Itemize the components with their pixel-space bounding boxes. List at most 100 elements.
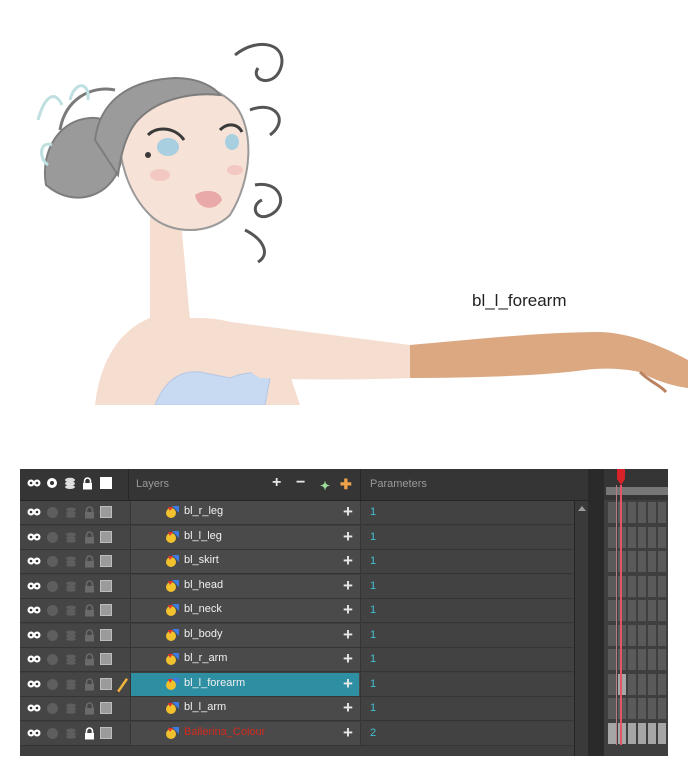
frame-row[interactable] [604,526,668,549]
frame-cell[interactable] [628,600,636,621]
add-parameter-icon[interactable]: + [343,675,353,692]
panel-divider[interactable] [588,469,604,756]
scroll-up-arrow-icon[interactable] [578,506,586,511]
frame-cell[interactable] [608,722,616,744]
solo-toggle-icon[interactable] [47,531,58,543]
frame-cell[interactable] [648,526,656,548]
eye-toggle-icon[interactable] [27,580,41,592]
stack-toggle-icon[interactable] [65,654,77,665]
frame-row[interactable] [604,501,668,524]
frame-cell[interactable] [648,600,656,621]
layer-parameter-cell[interactable] [360,721,574,745]
frame-cell[interactable] [628,551,636,572]
layer-parameter-cell[interactable] [360,501,574,524]
layer-colour-swatch[interactable] [100,530,112,543]
layer-row[interactable]: bl_l_leg +1 [20,525,574,550]
frame-cell[interactable] [648,673,656,695]
lock-toggle-icon[interactable] [84,702,95,715]
layer-parameter-cell[interactable] [360,672,574,696]
solo-toggle-icon[interactable] [47,629,58,641]
colour-swatch-icon[interactable] [100,477,112,489]
frame-cell[interactable] [658,502,666,523]
add-peg-icon[interactable]: ✦ [320,478,330,494]
stack-toggle-icon[interactable] [65,630,77,641]
frame-cell[interactable] [658,575,666,597]
layer-colour-swatch[interactable] [100,702,112,714]
layer-row[interactable]: Ballerina_Colour +2 [20,721,574,746]
solo-toggle-icon[interactable] [47,507,58,518]
timeline-ruler[interactable] [604,469,668,500]
eye-toggle-icon[interactable] [27,653,41,665]
delete-layer-icon[interactable]: − [296,475,305,491]
eye-toggle-icon[interactable] [27,702,41,714]
add-parameter-icon[interactable]: + [343,601,353,618]
lock-toggle-icon[interactable] [84,579,95,593]
frame-cell[interactable] [628,624,636,646]
frame-cell[interactable] [638,502,646,523]
lock-toggle-icon[interactable] [84,530,95,544]
stack-icon[interactable] [64,477,76,489]
frame-row[interactable] [604,624,668,647]
add-parameter-icon[interactable]: + [343,724,353,741]
frame-cell[interactable] [608,673,616,695]
add-parameter-icon[interactable]: + [343,577,353,594]
frame-cell[interactable] [648,575,656,597]
layer-row[interactable]: bl_skirt +1 [20,550,574,574]
frame-cell[interactable] [638,673,646,695]
eye-toggle-icon[interactable] [27,678,41,690]
solo-toggle-icon[interactable] [47,605,58,616]
eye-toggle-icon[interactable] [27,531,41,543]
lock-toggle-icon[interactable] [84,726,95,740]
eye-toggle-icon[interactable] [27,604,41,616]
solo-toggle-icon[interactable] [47,556,58,567]
frame-row[interactable] [604,575,668,598]
solo-icon[interactable] [46,477,58,489]
stack-toggle-icon[interactable] [65,507,77,518]
eye-toggle-icon[interactable] [27,555,41,567]
frame-cell[interactable] [658,624,666,646]
frame-cell[interactable] [648,502,656,523]
eye-toggle-icon[interactable] [27,506,41,518]
add-parameter-icon[interactable]: + [343,528,353,545]
frame-cell[interactable] [608,551,616,572]
drawing-canvas[interactable]: bl_l_forearm [0,0,688,405]
frame-cell[interactable] [628,722,636,744]
eye-toggle-icon[interactable] [27,629,41,641]
frame-cell[interactable] [658,526,666,548]
stack-toggle-icon[interactable] [65,679,77,690]
layer-colour-swatch[interactable] [100,604,112,616]
frame-cell[interactable] [658,673,666,695]
frame-cell[interactable] [638,551,646,572]
layer-parameter-cell[interactable] [360,599,574,622]
layer-parameter-cell[interactable] [360,525,574,549]
frame-cell[interactable] [638,624,646,646]
frame-cell[interactable] [608,502,616,523]
frame-cell[interactable] [628,673,636,695]
layer-row[interactable]: bl_body +1 [20,623,574,648]
layer-parameter-cell[interactable] [360,574,574,598]
add-parameter-icon[interactable]: + [343,552,353,569]
layer-row[interactable]: bl_neck +1 [20,599,574,623]
layer-row[interactable]: bl_l_arm +1 [20,697,574,721]
frame-row[interactable] [604,697,668,720]
playhead-icon[interactable] [617,469,625,485]
layer-colour-swatch[interactable] [100,555,112,567]
solo-toggle-icon[interactable] [47,727,58,739]
frame-row[interactable] [604,722,668,745]
layer-row[interactable]: bl_l_forearm +1 [20,672,574,697]
layer-colour-swatch[interactable] [100,653,112,665]
layer-colour-swatch[interactable] [100,726,112,739]
stack-toggle-icon[interactable] [65,532,77,543]
frame-cell[interactable] [638,722,646,744]
add-parameter-icon[interactable]: + [343,650,353,667]
frame-cell[interactable] [638,526,646,548]
frame-cell[interactable] [608,698,616,719]
lock-toggle-icon[interactable] [84,628,95,642]
frame-row[interactable] [604,673,668,696]
frame-cell[interactable] [648,649,656,670]
lock-toggle-icon[interactable] [84,653,95,666]
frame-cell[interactable] [628,575,636,597]
add-parameter-icon[interactable]: + [343,699,353,716]
stack-toggle-icon[interactable] [65,728,77,739]
layer-colour-swatch[interactable] [100,677,112,690]
